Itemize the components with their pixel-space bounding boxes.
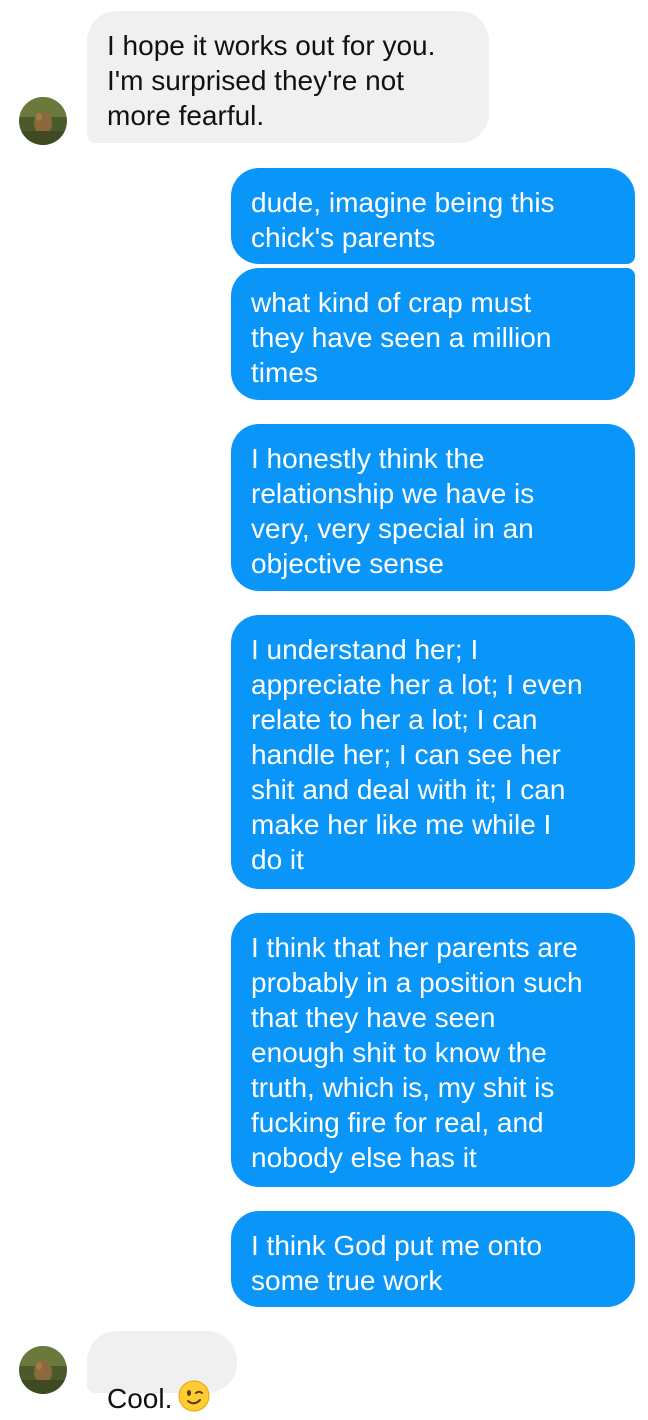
- outgoing-message-bubble[interactable]: what kind of crap must they have seen a …: [231, 268, 635, 400]
- incoming-message-bubble[interactable]: Cool.: [87, 1331, 237, 1414]
- contact-avatar[interactable]: [19, 1346, 67, 1394]
- incoming-message-bubble[interactable]: I hope it works out for you. I'm surpris…: [87, 11, 489, 143]
- outgoing-message-bubble[interactable]: I honestly think the relationship we hav…: [231, 424, 635, 591]
- winking-face-emoji-icon: [178, 1380, 210, 1420]
- avatar-image: [19, 1346, 67, 1394]
- contact-avatar[interactable]: [19, 97, 67, 145]
- outgoing-message-bubble[interactable]: I think God put me onto some true work: [231, 1211, 635, 1307]
- message-text: Cool.: [107, 1383, 173, 1414]
- outgoing-message-bubble[interactable]: I think that her parents are probably in…: [231, 913, 635, 1187]
- avatar-image: [19, 97, 67, 145]
- outgoing-message-bubble[interactable]: dude, imagine being this chick's parents: [231, 168, 635, 264]
- outgoing-message-bubble[interactable]: I understand her; I appreciate her a lot…: [231, 615, 635, 889]
